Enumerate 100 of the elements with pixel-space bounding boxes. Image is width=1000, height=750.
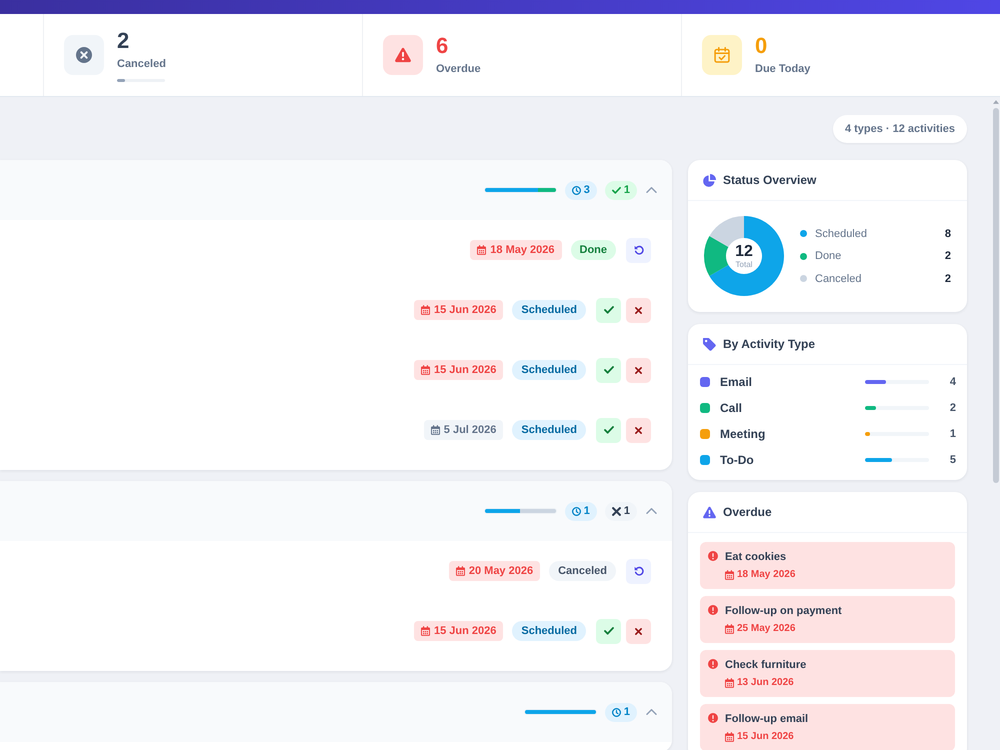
type-count: 4 bbox=[948, 376, 956, 388]
complete-button[interactable] bbox=[596, 418, 621, 442]
group-header[interactable]: 3 1 bbox=[0, 160, 672, 220]
status-badge: Scheduled bbox=[512, 621, 586, 641]
status-badge: Scheduled bbox=[512, 360, 586, 380]
legend-label: Canceled bbox=[815, 272, 862, 284]
warning-icon bbox=[383, 35, 423, 75]
count-text: 1 bbox=[624, 505, 630, 517]
x-icon bbox=[635, 426, 642, 434]
count-text: 1 bbox=[624, 184, 630, 196]
count-text: 1 bbox=[624, 706, 630, 718]
clock-icon bbox=[612, 708, 621, 716]
complete-button[interactable] bbox=[596, 298, 621, 322]
undo-icon bbox=[634, 245, 644, 255]
date-text: 5 Jul 2026 bbox=[444, 424, 496, 436]
overdue-item[interactable]: Follow-up on payment 25 May 2026 bbox=[700, 596, 955, 643]
date-text: 25 May 2026 bbox=[737, 622, 796, 635]
check-icon bbox=[604, 366, 614, 374]
date-text: 15 Jun 2026 bbox=[434, 304, 496, 316]
overdue-title: Follow-up email bbox=[725, 712, 808, 726]
undo-button[interactable] bbox=[626, 238, 651, 262]
complete-button[interactable] bbox=[596, 618, 621, 644]
total-label: Total bbox=[736, 260, 752, 268]
summary-badge: 4 types · 12 activities bbox=[832, 115, 967, 143]
cancel-button[interactable] bbox=[626, 618, 651, 644]
calendar-icon bbox=[430, 425, 440, 435]
legend-label: Done bbox=[815, 250, 842, 262]
type-count: 5 bbox=[948, 454, 956, 466]
overdue-title: Follow-up on payment bbox=[725, 604, 842, 618]
x-icon bbox=[612, 506, 621, 516]
type-label: Call bbox=[720, 401, 744, 415]
clock-icon bbox=[572, 506, 581, 516]
tag-icon bbox=[703, 338, 716, 350]
cancel-button[interactable] bbox=[626, 418, 651, 442]
pie-chart-icon bbox=[703, 174, 716, 186]
type-count: 1 bbox=[948, 428, 956, 440]
calendar-check-icon bbox=[702, 35, 742, 75]
clock-icon bbox=[572, 186, 581, 194]
stat-label: Due Today bbox=[755, 63, 810, 76]
alert-icon bbox=[708, 659, 718, 669]
panel-title: Status Overview bbox=[723, 173, 816, 187]
calendar-icon bbox=[456, 566, 465, 576]
check-icon bbox=[612, 186, 621, 194]
stat-value: 0 bbox=[755, 34, 768, 58]
alert-icon bbox=[708, 551, 718, 561]
calendar-icon bbox=[421, 365, 430, 375]
type-label: To-Do bbox=[720, 453, 755, 467]
check-icon bbox=[604, 426, 614, 434]
group-header[interactable]: 1 bbox=[0, 682, 672, 742]
x-icon bbox=[635, 306, 642, 314]
complete-button[interactable] bbox=[596, 358, 621, 382]
panel-title: Overdue bbox=[723, 505, 772, 519]
date-text: 15 Jun 2026 bbox=[434, 625, 496, 637]
undo-icon bbox=[634, 566, 644, 576]
overdue-title: Check furniture bbox=[725, 658, 806, 672]
group-header[interactable]: 1 1 bbox=[0, 481, 672, 541]
date-text: 18 May 2026 bbox=[490, 244, 554, 256]
status-badge: Done bbox=[570, 240, 616, 260]
alert-icon bbox=[708, 713, 718, 723]
date-text: 20 May 2026 bbox=[468, 565, 534, 577]
legend-value: 2 bbox=[944, 272, 951, 284]
status-badge: Scheduled bbox=[512, 300, 586, 320]
total-value: 12 bbox=[735, 244, 753, 260]
count-text: 3 bbox=[584, 184, 590, 196]
cancel-button[interactable] bbox=[626, 358, 651, 382]
calendar-icon bbox=[725, 570, 734, 580]
warning-icon bbox=[703, 506, 716, 518]
status-badge: Canceled bbox=[549, 561, 616, 581]
calendar-icon bbox=[421, 305, 430, 315]
calendar-icon bbox=[725, 624, 734, 634]
type-label: Meeting bbox=[720, 427, 766, 441]
count-text: 1 bbox=[584, 505, 590, 517]
date-text: 13 Jun 2026 bbox=[737, 676, 794, 689]
overdue-item[interactable]: Check furniture 13 Jun 2026 bbox=[700, 650, 955, 697]
calendar-icon bbox=[725, 732, 734, 742]
type-label: Email bbox=[720, 375, 754, 389]
check-icon bbox=[604, 306, 614, 314]
overdue-item[interactable]: Eat cookies 18 May 2026 bbox=[700, 542, 955, 589]
calendar-icon bbox=[477, 245, 486, 255]
stat-value: 6 bbox=[436, 34, 448, 58]
overdue-title: Eat cookies bbox=[725, 550, 788, 564]
stat-value: 2 bbox=[117, 28, 130, 52]
date-text: 18 May 2026 bbox=[737, 568, 796, 581]
legend-value: 2 bbox=[944, 250, 951, 262]
overdue-item[interactable]: Follow-up email 15 Jun 2026 bbox=[700, 704, 955, 750]
calendar-icon bbox=[725, 678, 734, 688]
status-badge: Scheduled bbox=[512, 420, 586, 440]
stat-label: Canceled bbox=[117, 58, 166, 70]
type-count: 2 bbox=[948, 402, 956, 414]
cancel-button[interactable] bbox=[626, 298, 651, 322]
x-icon bbox=[635, 366, 642, 374]
panel-title: By Activity Type bbox=[723, 337, 816, 351]
scrollbar-thumb[interactable] bbox=[993, 108, 999, 483]
date-text: 15 Jun 2026 bbox=[434, 364, 496, 376]
undo-button[interactable] bbox=[626, 558, 651, 584]
check-icon bbox=[604, 627, 614, 635]
date-text: 15 Jun 2026 bbox=[737, 730, 794, 743]
calendar-icon bbox=[421, 626, 430, 636]
alert-icon bbox=[708, 605, 718, 615]
legend-value: 8 bbox=[944, 228, 951, 240]
